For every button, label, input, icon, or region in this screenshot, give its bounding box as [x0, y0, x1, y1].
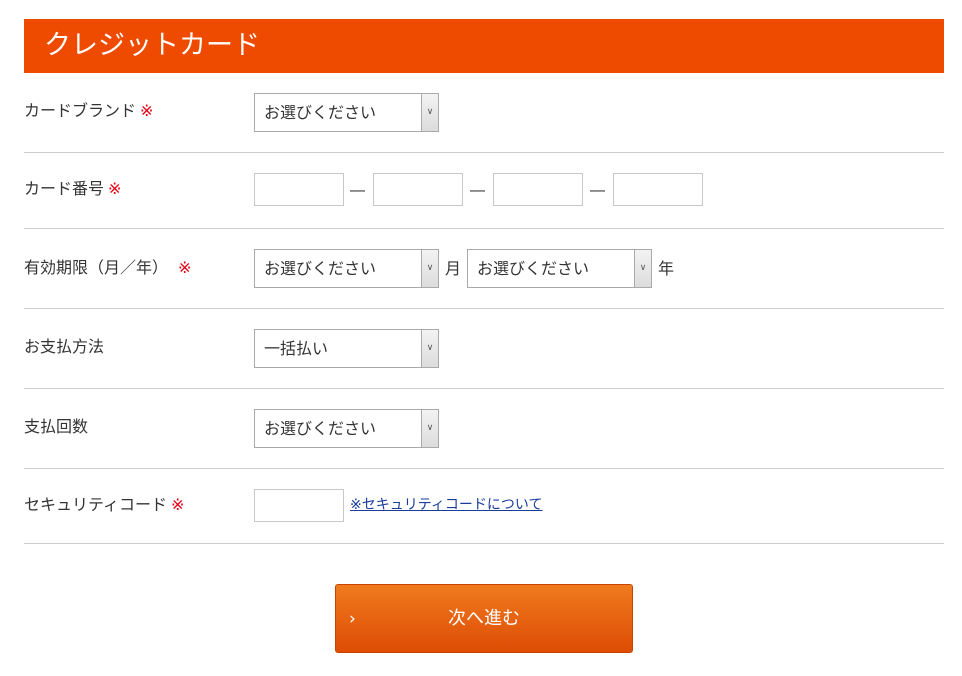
chevron-down-icon: ∨: [421, 94, 438, 131]
required-mark: ※: [140, 101, 154, 120]
next-button[interactable]: › 次へ進む: [335, 584, 633, 653]
card-number-field-1[interactable]: [254, 173, 344, 206]
next-button-label: 次へ進む: [448, 608, 520, 629]
expiry-label: 有効期限（月／年） ※: [24, 258, 192, 277]
card-number-field-3[interactable]: [493, 173, 583, 206]
required-mark: ※: [178, 258, 192, 277]
form-row-payment-method: お支払方法: [24, 309, 944, 389]
installments-label: 支払回数: [24, 417, 89, 436]
expiry-year-select[interactable]: お選びください ∨: [467, 249, 652, 288]
card-number-separator: ―: [350, 181, 365, 199]
year-unit-label: 年: [658, 259, 675, 278]
security-code-label: セキュリティコード ※: [24, 495, 185, 514]
card-number-separator: ―: [470, 181, 485, 199]
security-code-help-link[interactable]: ※セキュリティコードについて: [350, 496, 542, 514]
card-number-field-2[interactable]: [373, 173, 463, 206]
card-brand-label: カードブランド ※: [24, 101, 154, 120]
security-code-field[interactable]: [254, 489, 344, 522]
chevron-down-icon: ∨: [421, 250, 438, 287]
required-mark: ※: [171, 495, 185, 514]
expiry-month-select[interactable]: お選びください ∨: [254, 249, 439, 288]
card-number-separator: ―: [590, 181, 605, 199]
chevron-down-icon: ∨: [634, 250, 651, 287]
payment-method-select[interactable]: 一括払い ∨: [254, 329, 439, 368]
installments-select[interactable]: お選びください ∨: [254, 409, 439, 448]
month-unit-label: 月: [445, 259, 462, 278]
form-row-card-brand: カードブランド ※: [24, 73, 944, 153]
form-row-installments: 支払回数: [24, 389, 944, 469]
card-brand-select[interactable]: お選びください ∨: [254, 93, 439, 132]
chevron-down-icon: ∨: [421, 330, 438, 367]
chevron-down-icon: ∨: [421, 410, 438, 447]
card-number-label: カード番号 ※: [24, 179, 122, 198]
payment-method-label: お支払方法: [24, 337, 105, 356]
section-title: クレジットカード: [24, 19, 944, 73]
required-mark: ※: [108, 179, 122, 198]
card-number-field-4[interactable]: [613, 173, 703, 206]
